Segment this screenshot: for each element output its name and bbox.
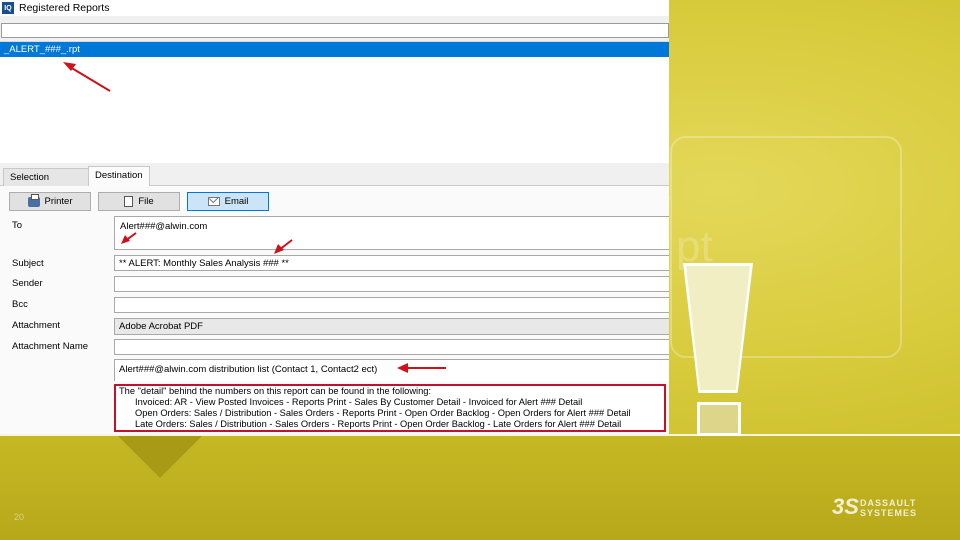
detail-line-invoiced: Invoiced: AR - View Posted Invoices - Re… bbox=[135, 397, 583, 407]
destination-panel: Printer File Email To Alert###@alwin.com… bbox=[0, 186, 669, 434]
message-body-line: Alert###@alwin.com distribution list (Co… bbox=[119, 364, 378, 375]
printer-button-label: Printer bbox=[44, 196, 73, 207]
attachment-select[interactable]: Adobe Acrobat PDF bbox=[114, 318, 669, 335]
page-number: 20 bbox=[14, 512, 25, 522]
diamond-shape bbox=[118, 436, 202, 478]
to-label: To bbox=[12, 220, 23, 231]
detail-intro: The "detail" behind the numbers on this … bbox=[119, 386, 432, 396]
list-item-selected-report[interactable]: _ALERT_###_.rpt bbox=[0, 42, 669, 57]
detail-line-late-orders: Late Orders: Sales / Distribution - Sale… bbox=[135, 419, 622, 429]
report-filter-input[interactable] bbox=[1, 23, 669, 38]
file-icon bbox=[124, 196, 134, 207]
message-body-field[interactable]: Alert###@alwin.com distribution list (Co… bbox=[114, 359, 669, 381]
email-button[interactable]: Email bbox=[187, 192, 269, 211]
logo-line-2: SYSTEMES bbox=[860, 508, 918, 518]
window-title: Registered Reports bbox=[19, 2, 110, 14]
file-button[interactable]: File bbox=[98, 192, 180, 211]
email-icon bbox=[207, 197, 220, 206]
report-list: _ALERT_###_.rpt bbox=[0, 41, 669, 163]
printer-icon bbox=[27, 193, 40, 207]
detail-line-open-orders: Open Orders: Sales / Distribution - Sale… bbox=[135, 408, 631, 418]
registered-reports-window: IQ Registered Reports _ALERT_###_.rpt Se… bbox=[0, 0, 669, 434]
file-button-label: File bbox=[138, 196, 154, 207]
subject-field[interactable]: ** ALERT: Monthly Sales Analysis ### ** bbox=[114, 255, 669, 271]
tab-destination[interactable]: Destination bbox=[88, 166, 150, 186]
printer-button[interactable]: Printer bbox=[9, 192, 91, 211]
subject-label: Subject bbox=[12, 258, 44, 269]
title-bar: IQ Registered Reports bbox=[0, 0, 669, 16]
detail-highlight-box: The "detail" behind the numbers on this … bbox=[114, 384, 666, 432]
attachment-name-label: Attachment Name bbox=[12, 341, 89, 352]
tab-selection-criteria[interactable]: Selection Criteria bbox=[3, 168, 89, 201]
to-field[interactable]: Alert###@alwin.com bbox=[114, 216, 669, 250]
email-button-label: Email bbox=[224, 196, 249, 207]
exclamation-dot bbox=[697, 402, 741, 436]
bcc-label: Bcc bbox=[12, 299, 28, 310]
dassault-logo: 3S DASSAULT SYSTEMES bbox=[832, 492, 942, 524]
logo-line-1: DASSAULT bbox=[860, 498, 917, 508]
app-icon: IQ bbox=[2, 2, 14, 14]
bcc-field[interactable] bbox=[114, 297, 669, 313]
logo-mark-icon: 3S bbox=[832, 494, 859, 519]
sender-field[interactable] bbox=[114, 276, 669, 292]
attachment-label: Attachment bbox=[12, 320, 61, 331]
sender-label: Sender bbox=[12, 278, 43, 289]
attachment-name-field[interactable] bbox=[114, 339, 669, 355]
tab-strip: Selection Criteria Destination bbox=[0, 166, 669, 201]
